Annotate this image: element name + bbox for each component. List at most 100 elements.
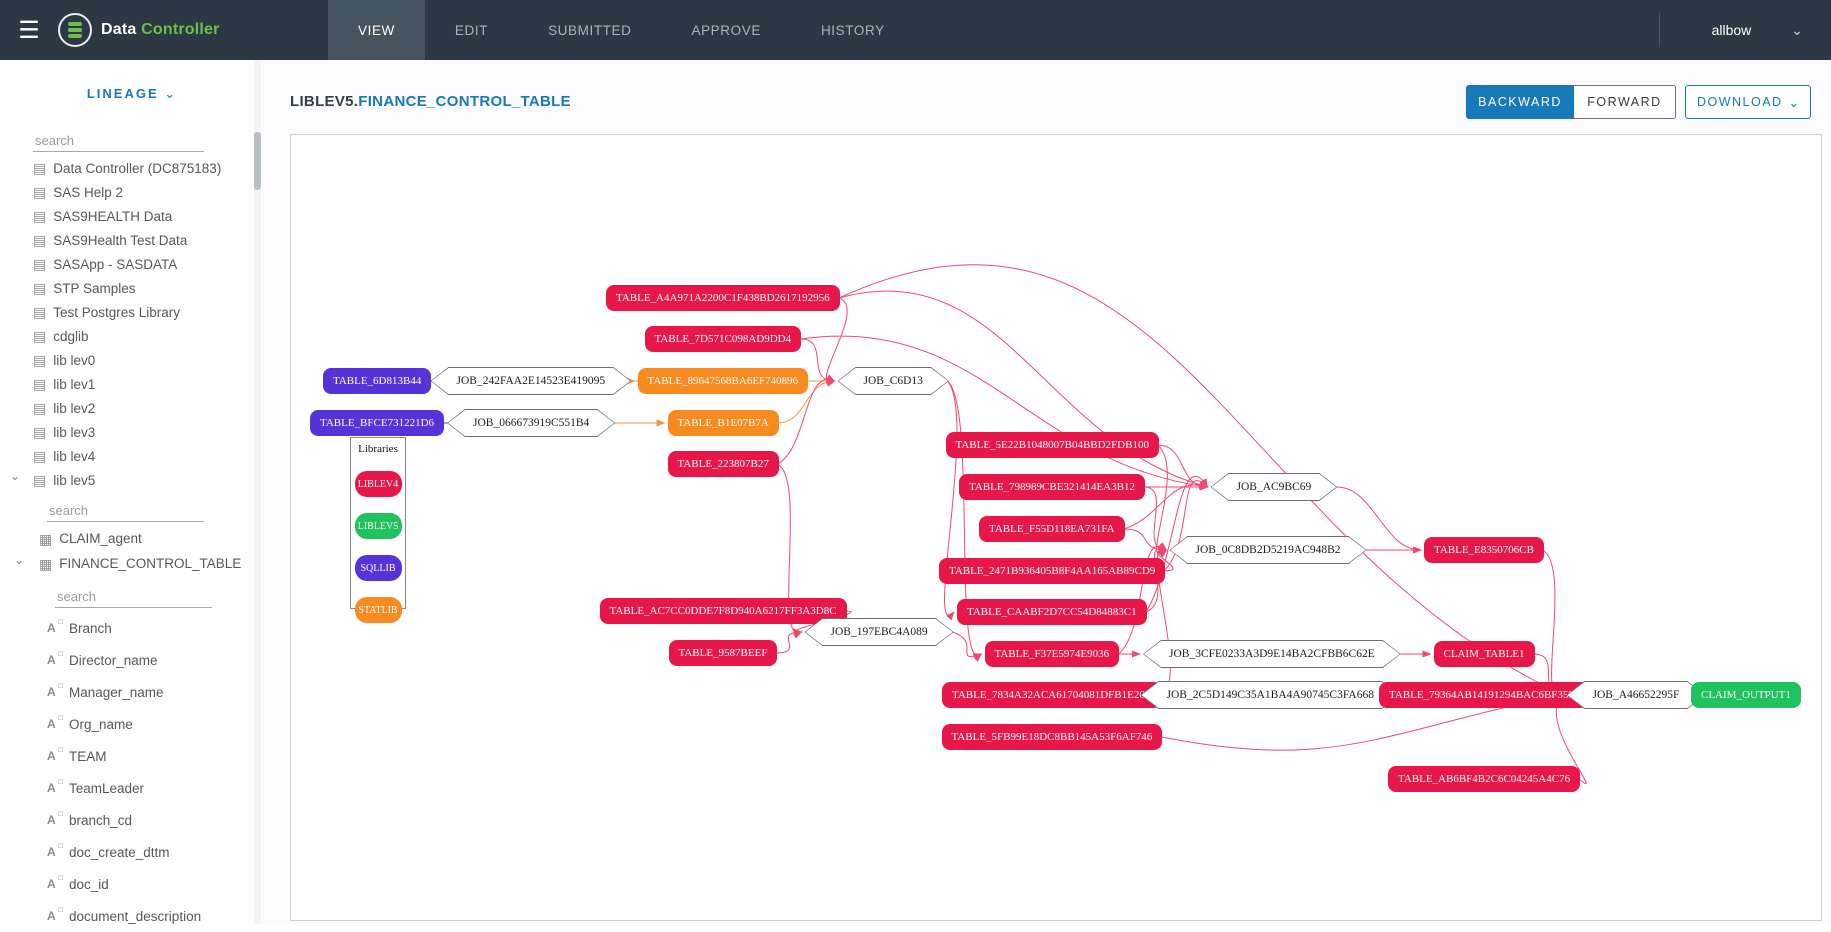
lineage-edge: [953, 632, 982, 657]
diagram-node-table_b1e07b7a[interactable]: TABLE_B1E07B7A: [668, 410, 779, 436]
lineage-edge: [1543, 550, 1564, 697]
diagram-node-table_223807b27[interactable]: TABLE_223807B27: [668, 451, 779, 477]
sidebar-column-item[interactable]: Abranch_cd: [0, 804, 262, 836]
library-icon: ▤: [33, 473, 46, 487]
sidebar-library-item[interactable]: ▤lib lev2: [0, 396, 262, 420]
diagram-node-job_0c8db2d5219ac948b2[interactable]: JOB_0C8DB2D5219AC948B2: [1170, 536, 1367, 564]
table-search-input[interactable]: [47, 500, 204, 522]
diagram-node-claim_output1[interactable]: CLAIM_OUTPUT1: [1691, 682, 1801, 708]
diagram-node-job_3cfe0233a3d9e14ba2cfbb6c62e[interactable]: JOB_3CFE0233A3D9E14BA2CFBB6C62E: [1143, 640, 1401, 668]
sidebar-column-item[interactable]: ABranch: [0, 612, 262, 644]
sidebar-library-item[interactable]: ▤SAS9Health Test Data: [0, 228, 262, 252]
character-column-icon: A: [47, 845, 62, 859]
brand-name: Data Controller: [101, 21, 220, 39]
diagram-node-table_bfce731221d6[interactable]: TABLE_BFCE731221D6: [310, 410, 444, 436]
chevron-down-icon: ⌄: [1791, 22, 1803, 39]
sidebar-library-item[interactable]: ▤lib lev4: [0, 444, 262, 468]
diagram-node-job_066673919c551b4[interactable]: JOB_066673919C551B4: [447, 409, 615, 437]
sidebar-column-item[interactable]: AManager_name: [0, 676, 262, 708]
lineage-edge: [1124, 529, 1167, 550]
sidebar-item-lib-lev5[interactable]: ⌄ ▤ lib lev5: [0, 468, 262, 492]
library-search: [33, 130, 200, 152]
diagram-node-claim_table1[interactable]: CLAIM_TABLE1: [1434, 641, 1535, 667]
sidebar-library-item[interactable]: ▤lib lev1: [0, 372, 262, 396]
tab-history[interactable]: HISTORY: [791, 0, 915, 60]
sidebar-library-item[interactable]: ▤Data Controller (DC875183): [0, 156, 262, 180]
diagram-node-table_6d813b44[interactable]: TABLE_6D813B44: [323, 368, 431, 394]
diagram-node-table_5e22b1048007b04bbd2fdb100[interactable]: TABLE_5E22B1048007B04BBD2FDB100: [946, 432, 1159, 458]
diagram-node-table_2471b936405b8f4aa165ab89cd9[interactable]: TABLE_2471B936405B8F4AA165AB89CD9: [939, 558, 1165, 584]
diagram-node-table_f55d118ea731fa[interactable]: TABLE_F55D118EA731FA: [979, 516, 1125, 542]
libraries-legend: LibrariesLIBLEV4LIBLEV5SQLLIBSTATLIB: [350, 437, 406, 609]
sidebar: LINEAGE ⌄ ▤Data Controller (DC875183)▤SA…: [0, 60, 262, 924]
diagram-node-job_197ebc4a089[interactable]: JOB_197EBC4A089: [805, 618, 954, 646]
sidebar-library-item[interactable]: ▤cdglib: [0, 324, 262, 348]
diagram-node-table_e8350706cb[interactable]: TABLE_E8350706CB: [1424, 537, 1544, 563]
sidebar-column-item[interactable]: ATeamLeader: [0, 772, 262, 804]
sidebar-column-item[interactable]: Adoc_create_dttm: [0, 836, 262, 868]
lineage-diagram-canvas[interactable]: LibrariesLIBLEV4LIBLEV5SQLLIBSTATLIBTABL…: [290, 134, 1822, 921]
lineage-edge: [1158, 445, 1208, 487]
nav-divider: [1659, 13, 1660, 47]
sidebar-column-item[interactable]: Adocument_description: [0, 900, 262, 932]
diagram-node-table_7d571c098ad9dd4[interactable]: TABLE_7D571C098AD9DD4: [645, 326, 802, 352]
sidebar-column-item[interactable]: ATEAM: [0, 740, 262, 772]
chevron-down-icon: ⌄: [10, 469, 20, 483]
diagram-node-job_2c5d149c35a1ba4a90745c3fa668[interactable]: JOB_2C5D149C35A1BA4A90745C3FA668: [1141, 681, 1400, 709]
table-icon: ▦: [39, 532, 52, 546]
top-navbar: ☰ Data Controller VIEWEDITSUBMITTEDAPPRO…: [0, 0, 1831, 60]
diagram-node-table_5fb99e18dc8bb145a53f6af746[interactable]: TABLE_5FB99E18DC8BB145A53F6AF746: [942, 724, 1163, 750]
library-icon: ▤: [33, 353, 46, 367]
sidebar-item-claim-agent[interactable]: ▦ CLAIM_agent: [0, 526, 262, 551]
character-column-icon: A: [47, 685, 62, 699]
diagram-node-job_a46652295f[interactable]: JOB_A46652295F: [1567, 681, 1706, 709]
nav-right: allbow ⌄: [1659, 0, 1831, 60]
diagram-node-job_ac9bc69[interactable]: JOB_AC9BC69: [1211, 473, 1338, 501]
forward-button[interactable]: FORWARD: [1574, 85, 1676, 119]
user-menu[interactable]: allbow ⌄: [1712, 22, 1803, 39]
diagram-node-table_ab6bf4b2c6c04245a4c76[interactable]: TABLE_AB6BF4B2C6C04245A4C76: [1388, 766, 1580, 792]
diagram-node-table_9587beef[interactable]: TABLE_9587BEEF: [669, 640, 778, 666]
backward-button[interactable]: BACKWARD: [1466, 85, 1574, 119]
sidebar-column-item[interactable]: Adoc_id: [0, 868, 262, 900]
library-icon: ▤: [33, 209, 46, 223]
sidebar-column-item[interactable]: AOrg_name: [0, 708, 262, 740]
sidebar-library-item[interactable]: ▤lib lev0: [0, 348, 262, 372]
hamburger-menu-icon[interactable]: ☰: [0, 0, 58, 60]
legend-item-liblev4: LIBLEV4: [355, 471, 402, 497]
lineage-edge: [1144, 487, 1167, 550]
sidebar-scrollbar-thumb[interactable]: [254, 132, 261, 190]
diagram-node-table_79364ab14191294bac6bf3593[interactable]: TABLE_79364AB14191294BAC6BF3593: [1379, 682, 1589, 708]
tab-edit[interactable]: EDIT: [425, 0, 518, 60]
sidebar-library-item[interactable]: ▤SASApp - SASDATA: [0, 252, 262, 276]
diagram-node-table_89647568ba6ef740896[interactable]: TABLE_89647568BA6EF740896: [638, 368, 809, 394]
tab-submitted[interactable]: SUBMITTED: [518, 0, 661, 60]
character-column-icon: A: [47, 781, 62, 795]
diagram-node-job_c6d13[interactable]: JOB_C6D13: [838, 367, 949, 395]
download-button[interactable]: DOWNLOAD⌄: [1685, 85, 1811, 119]
library-icon: ▤: [33, 257, 46, 271]
diagram-node-table_798989cbe321414ea3b12[interactable]: TABLE_798989CBE321414EA3B12: [959, 474, 1145, 500]
tab-approve[interactable]: APPROVE: [661, 0, 790, 60]
sidebar-library-item[interactable]: ▤SAS Help 2: [0, 180, 262, 204]
sidebar-column-item[interactable]: ADirector_name: [0, 644, 262, 676]
tab-view[interactable]: VIEW: [328, 0, 425, 60]
library-icon: ▤: [33, 449, 46, 463]
sidebar-library-item[interactable]: ▤lib lev3: [0, 420, 262, 444]
diagram-node-job_242faa2e14523e419095[interactable]: JOB_242FAA2E14523E419095: [431, 367, 632, 395]
diagram-node-table_a4a971a2200c1f438bd2617192956[interactable]: TABLE_A4A971A2200C1F438BD2617192956: [606, 285, 840, 311]
sidebar-library-item[interactable]: ▤SAS9HEALTH Data: [0, 204, 262, 228]
sidebar-item-finance-control-table[interactable]: ⌄ ▦ FINANCE_CONTROL_TABLE: [0, 551, 262, 576]
character-column-icon: A: [47, 813, 62, 827]
sidebar-library-item[interactable]: ▤STP Samples: [0, 276, 262, 300]
column-search-input[interactable]: [55, 586, 212, 608]
character-column-icon: A: [47, 621, 62, 635]
diagram-node-table_f37e5974e9036[interactable]: TABLE_F37E5974E9036: [985, 641, 1120, 667]
diagram-node-table_caabf2d7cc54d84883c1[interactable]: TABLE_CAABF2D7CC54D84883C1: [957, 599, 1147, 625]
column-list: ABranchADirector_nameAManager_nameAOrg_n…: [0, 612, 262, 932]
lineage-mode-dropdown[interactable]: LINEAGE ⌄: [0, 86, 262, 102]
sidebar-scrollbar[interactable]: [254, 60, 261, 924]
library-search-input[interactable]: [33, 130, 204, 152]
diagram-node-table_7834a32aca61704081dfb1e20e[interactable]: TABLE_7834A32ACA61704081DFB1E20E: [942, 682, 1162, 708]
sidebar-library-item[interactable]: ▤Test Postgres Library: [0, 300, 262, 324]
